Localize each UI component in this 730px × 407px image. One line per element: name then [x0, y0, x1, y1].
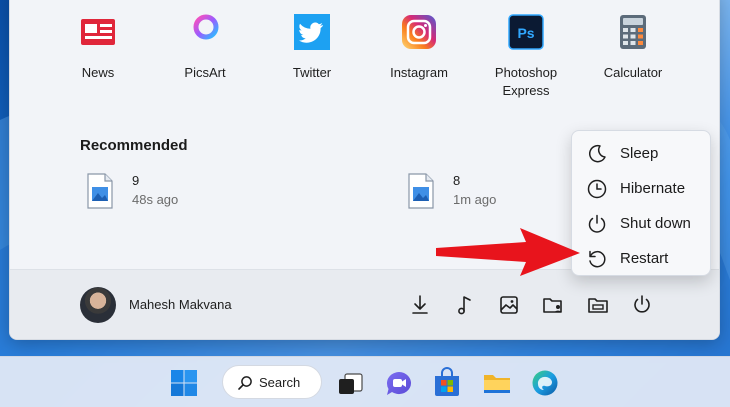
- taskbar: Search: [0, 356, 730, 407]
- file-explorer-taskbar-icon[interactable]: [481, 367, 513, 399]
- pinned-app-label: Twitter: [292, 65, 332, 80]
- recommended-item-time: 1m ago: [453, 192, 497, 207]
- power-icon: [588, 214, 606, 233]
- power-menu-label: Sleep: [620, 145, 659, 162]
- red-arrow-annotation: [436, 228, 580, 276]
- pinned-app-label: Instagram: [390, 65, 448, 80]
- power-menu-label: Restart: [620, 250, 669, 267]
- edge-browser-icon[interactable]: [529, 367, 561, 399]
- svg-text:Ps: Ps: [517, 25, 534, 41]
- file-explorer-icon[interactable]: [585, 292, 611, 318]
- pinned-app-label: Photoshop Express: [494, 65, 558, 98]
- downloads-icon[interactable]: [407, 292, 433, 318]
- moon-icon: [589, 144, 606, 163]
- restart-icon: [589, 250, 606, 268]
- microsoft-store-icon[interactable]: [431, 367, 463, 399]
- instagram-icon: [402, 15, 436, 49]
- pinned-app-label: News: [81, 65, 115, 80]
- pinned-app-news[interactable]: News: [45, 13, 151, 82]
- start-button-icon[interactable]: [168, 367, 200, 399]
- search-label: Search: [259, 375, 301, 390]
- power-menu-restart[interactable]: Restart: [572, 241, 710, 276]
- avatar[interactable]: [80, 287, 116, 323]
- power-menu-sleep[interactable]: Sleep: [572, 136, 710, 171]
- start-menu-footer: Mahesh Makvana: [10, 269, 719, 339]
- pinned-apps: News PicsArt Twitter Instagram Ps Photos…: [42, 13, 692, 98]
- news-icon: [81, 19, 115, 45]
- recommended-item-name: 9: [132, 173, 140, 188]
- chat-icon[interactable]: [383, 367, 415, 399]
- pictures-icon[interactable]: [496, 292, 522, 318]
- pinned-app-twitter[interactable]: Twitter: [259, 13, 365, 82]
- power-button-icon[interactable]: [629, 292, 655, 318]
- taskbar-search-button[interactable]: Search: [222, 365, 322, 399]
- pinned-app-label: PicsArt: [184, 65, 226, 80]
- photoshop-express-icon: Ps: [508, 14, 544, 50]
- image-file-icon: [87, 173, 113, 209]
- task-view-icon[interactable]: [335, 367, 367, 399]
- picsart-icon: [193, 14, 219, 50]
- recommended-item[interactable]: 9 48s ago: [86, 173, 286, 223]
- pinned-app-photoshop-express[interactable]: Ps Photoshop Express: [473, 13, 579, 100]
- power-menu-label: Shut down: [620, 215, 691, 232]
- music-icon[interactable]: [452, 292, 478, 318]
- search-icon: [238, 376, 252, 390]
- pinned-app-label: Calculator: [603, 65, 663, 80]
- twitter-icon: [294, 14, 330, 50]
- recommended-heading: Recommended: [80, 137, 188, 154]
- recommended-item-time: 48s ago: [132, 192, 179, 207]
- power-menu: Sleep Hibernate Shut down Restart: [571, 130, 711, 276]
- power-menu-hibernate[interactable]: Hibernate: [572, 171, 710, 206]
- power-menu-label: Hibernate: [620, 180, 686, 197]
- user-name[interactable]: Mahesh Makvana: [129, 297, 232, 312]
- power-menu-shut-down[interactable]: Shut down: [572, 206, 710, 241]
- calculator-icon: [620, 15, 646, 49]
- pinned-app-instagram[interactable]: Instagram: [366, 13, 472, 82]
- clock-icon: [587, 179, 607, 199]
- image-file-icon: [408, 173, 434, 209]
- pinned-app-picsart[interactable]: PicsArt: [152, 13, 258, 82]
- recommended-item-name: 8: [453, 173, 461, 188]
- personal-folder-icon[interactable]: [540, 292, 566, 318]
- pinned-app-calculator[interactable]: Calculator: [580, 13, 686, 82]
